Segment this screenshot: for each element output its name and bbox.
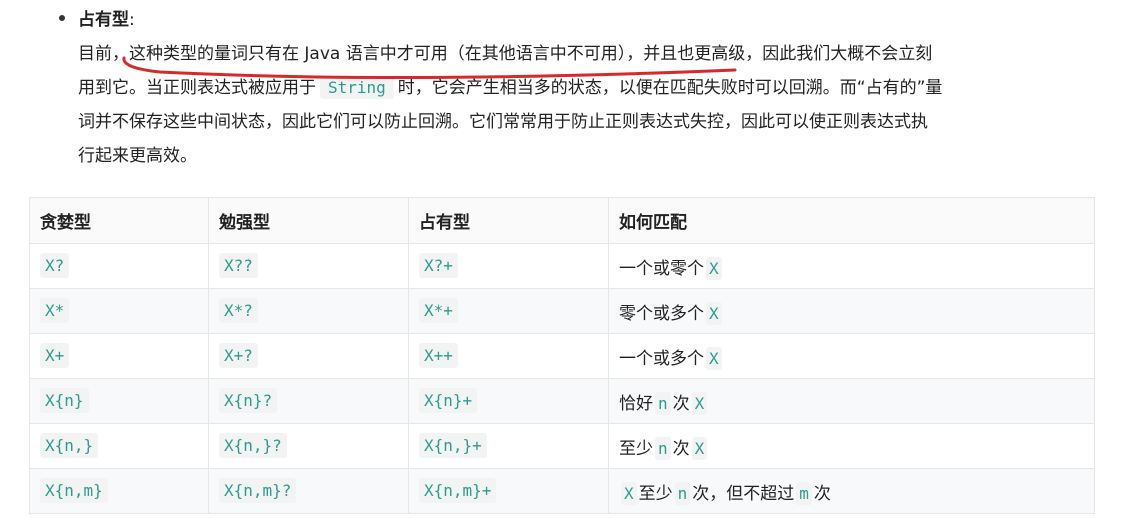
- cell-greedy: X?: [29, 243, 209, 289]
- table-row: X* X*? X*+ 零个或多个 X: [29, 288, 1095, 334]
- paragraph-line-2-end: 时，它会产生相当多的状态，以便在匹配失败时可以回溯。而“占有的”量: [397, 78, 943, 98]
- table-row: X{n} X{n}? X{n}+ 恰好 n 次 X: [29, 378, 1095, 424]
- reluctant-code: X{n}?: [219, 388, 278, 413]
- paragraph-line-3: 词并不保存这些中间状态，因此它们可以防止回溯。它们常常用于防止正则表达式失控，因…: [78, 112, 928, 132]
- cell-desc: X 至少 n 次，但不超过 m 次: [608, 468, 1095, 514]
- desc-code: X: [621, 481, 637, 505]
- cell-desc: 至少 n 次 X: [608, 423, 1095, 469]
- cell-greedy: X{n}: [29, 378, 209, 424]
- table-row: X? X?? X?+ 一个或零个 X: [29, 243, 1095, 289]
- desc-text: 次: [672, 393, 690, 414]
- desc-code: n: [655, 436, 671, 460]
- greedy-code: X+: [40, 343, 70, 368]
- cell-desc: 零个或多个 X: [608, 288, 1095, 334]
- table-row: X+ X+? X++ 一个或多个 X: [29, 333, 1095, 379]
- cell-possessive: X*+: [408, 288, 609, 334]
- possessive-code: X++: [419, 343, 458, 368]
- table-row: X{n,m} X{n,m}? X{n,m}+ X 至少 n 次，但不超过 m 次: [29, 468, 1095, 514]
- reluctant-code: X{n,m}?: [219, 478, 297, 503]
- string-inline-code: String: [320, 76, 394, 99]
- desc-text: 次: [672, 438, 690, 459]
- possessive-code: X*+: [419, 298, 458, 323]
- cell-desc: 一个或零个 X: [608, 243, 1095, 289]
- cell-reluctant: X??: [208, 243, 409, 289]
- desc-text: 恰好: [619, 393, 653, 414]
- cell-reluctant: X{n,}?: [208, 423, 409, 469]
- possessive-code: X{n,m}+: [419, 478, 497, 503]
- cell-possessive: X?+: [408, 243, 609, 289]
- desc-code: n: [655, 391, 671, 415]
- bullet-colon: :: [129, 10, 135, 30]
- cell-reluctant: X+?: [208, 333, 409, 379]
- possessive-code: X?+: [419, 253, 458, 278]
- possessive-code: X{n,}+: [419, 433, 487, 458]
- cell-greedy: X*: [29, 288, 209, 334]
- description-paragraph: 目前，这种类型的量词只有在 Java 语言中才可用（在其他语言中不可用），并且也…: [78, 37, 1108, 173]
- cell-desc: 恰好 n 次 X: [608, 378, 1095, 424]
- paragraph-line-4: 行起来更高效。: [78, 146, 197, 166]
- paragraph-line-2: 用到它。当正则表达式被应用于 String 时，它会产生相当多的状态，以便在匹配失败…: [78, 71, 1108, 105]
- desc-text: 零个或多个: [619, 303, 704, 324]
- bullet-term: 占有型: [78, 10, 129, 30]
- desc-text: 至少: [638, 483, 673, 504]
- desc-code: X: [706, 256, 722, 280]
- cell-reluctant: X{n}?: [208, 378, 409, 424]
- cell-greedy: X+: [29, 333, 209, 379]
- greedy-code: X{n,}: [40, 433, 99, 458]
- document: 占有型: 目前，这种类型的量词只有在 Java 语言中才可用（在其他语言中不可用…: [0, 0, 1134, 518]
- desc-text: 一个或零个: [619, 258, 704, 279]
- cell-possessive: X{n,m}+: [408, 468, 609, 514]
- desc-text: 次: [813, 483, 831, 504]
- desc-text: 至少: [619, 438, 653, 459]
- cell-possessive: X{n,}+: [408, 423, 609, 469]
- greedy-code: X{n}: [40, 388, 89, 413]
- paragraph-line-1: 目前，这种类型的量词只有在 Java 语言中才可用（在其他语言中不可用），并且也…: [78, 44, 933, 64]
- desc-code: n: [674, 481, 691, 505]
- greedy-code: X*: [40, 298, 70, 323]
- reluctant-code: X{n,}?: [219, 433, 287, 458]
- greedy-code: X?: [40, 253, 70, 278]
- reluctant-code: X*?: [219, 298, 258, 323]
- desc-text: 次，但不超过: [692, 483, 795, 504]
- table-header-row: 贪婪型 勉强型 占有型 如何匹配: [29, 197, 1095, 244]
- header-greedy: 贪婪型: [29, 197, 209, 244]
- cell-desc: 一个或多个 X: [608, 333, 1095, 379]
- desc-code: X: [706, 301, 722, 325]
- header-reluctant: 勉强型: [208, 197, 409, 244]
- header-possessive: 占有型: [408, 197, 609, 244]
- desc-code: X: [691, 436, 708, 460]
- desc-code: m: [796, 481, 812, 505]
- reluctant-code: X+?: [219, 343, 258, 368]
- cell-possessive: X++: [408, 333, 609, 379]
- cell-reluctant: X{n,m}?: [208, 468, 409, 514]
- header-match: 如何匹配: [608, 197, 1095, 244]
- quantifier-table: 贪婪型 勉强型 占有型 如何匹配 X? X?? X?+ 一个或零个 X X* X*…: [29, 197, 1095, 514]
- desc-code: X: [706, 346, 722, 370]
- cell-greedy: X{n,}: [29, 423, 209, 469]
- cell-reluctant: X*?: [208, 288, 409, 334]
- desc-text: 一个或多个: [619, 348, 704, 369]
- paragraph-line-2-start: 用到它。当正则表达式被应用于: [78, 78, 316, 98]
- cell-possessive: X{n}+: [408, 378, 609, 424]
- cell-greedy: X{n,m}: [29, 468, 209, 514]
- bullet-dot-icon: [59, 15, 65, 21]
- table-row: X{n,} X{n,}? X{n,}+ 至少 n 次 X: [29, 423, 1095, 469]
- desc-code: X: [691, 391, 708, 415]
- reluctant-code: X??: [219, 253, 258, 278]
- bullet-item: 占有型:: [59, 6, 135, 34]
- greedy-code: X{n,m}: [40, 478, 108, 503]
- possessive-code: X{n}+: [419, 388, 478, 413]
